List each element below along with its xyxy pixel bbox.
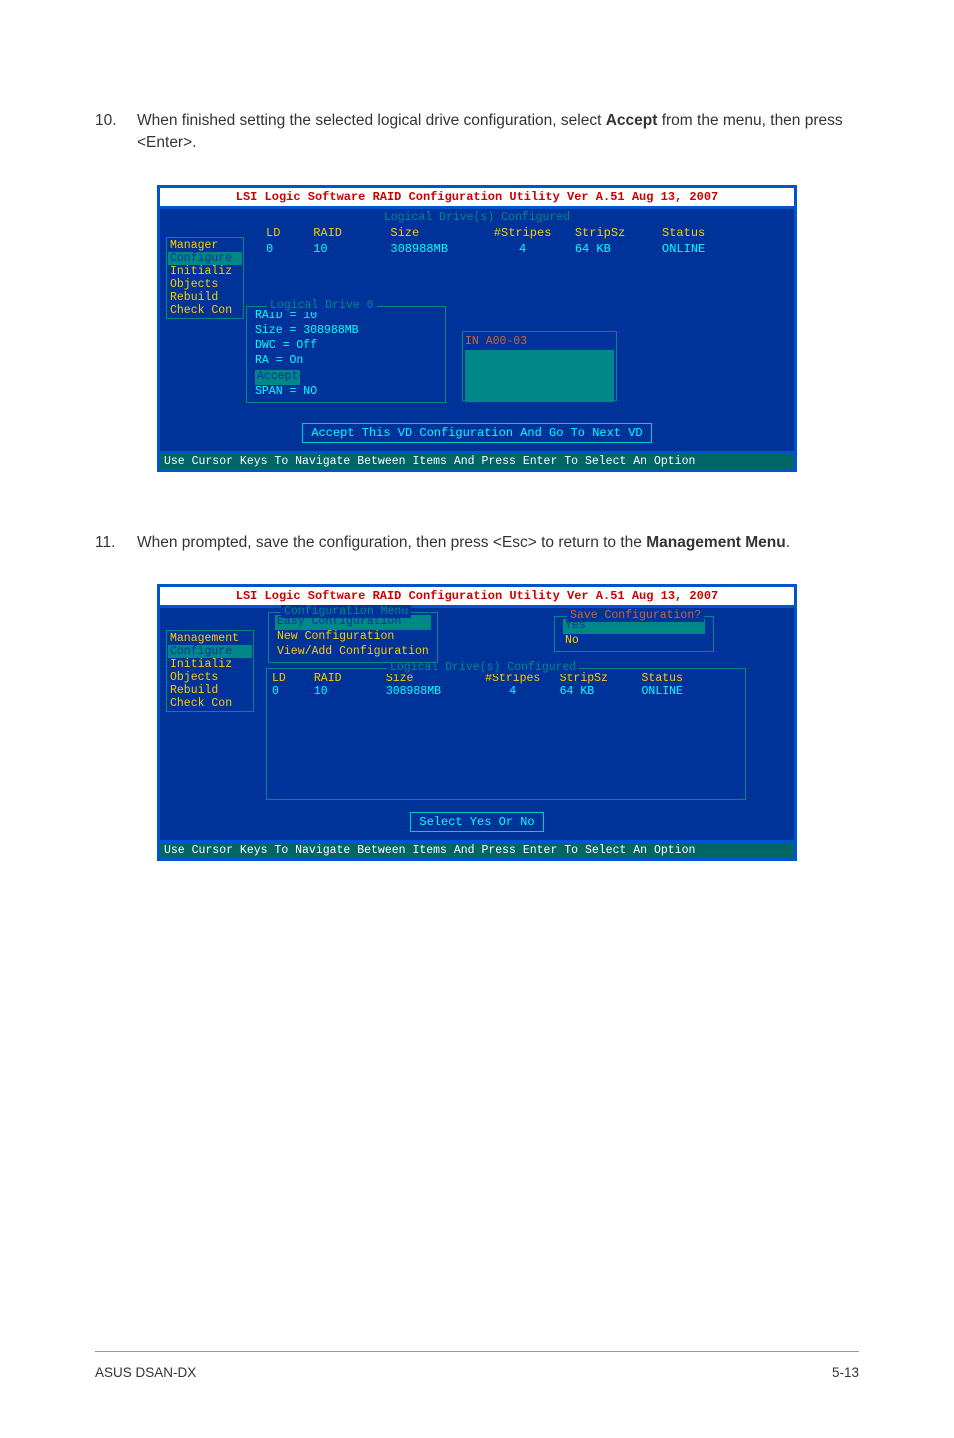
- cfg-menu-new[interactable]: New Configuration: [275, 630, 431, 645]
- step11-bold: Management Menu: [646, 534, 786, 551]
- step-10: 10. When finished setting the selected l…: [95, 110, 859, 155]
- slot-label: IN A00-03: [465, 335, 527, 348]
- logical-drive-config-box: Logical Drive 0 RAID = 10 Size = 308988M…: [246, 306, 446, 403]
- terminal-title: LSI Logic Software RAID Configuration Ut…: [160, 587, 794, 608]
- cell-stripsz: 64 KB: [560, 685, 635, 698]
- cell-size: 308988MB: [386, 685, 466, 698]
- step11-text-a: When prompted, save the configuration, t…: [137, 534, 646, 551]
- header-ld: LD: [272, 672, 307, 685]
- terminal-footer: Use Cursor Keys To Navigate Between Item…: [160, 451, 794, 469]
- sidebar-item-objects[interactable]: Objects: [168, 671, 252, 684]
- cell-status: ONLINE: [642, 685, 707, 698]
- sidebar-item-initialize[interactable]: Initializ: [168, 658, 252, 671]
- management-sidebar[interactable]: Manager Configure Initializ Objects Rebu…: [166, 237, 244, 319]
- sidebar-item-configure[interactable]: Configure: [168, 252, 242, 265]
- table-row: 0 10 308988MB 4 64 KB ONLINE: [272, 685, 740, 698]
- drive-slot-box: IN A00-03: [462, 331, 617, 401]
- footer-rule: [95, 1351, 859, 1352]
- header-raid: RAID: [314, 672, 379, 685]
- cell-stripes: 4: [478, 242, 568, 256]
- sidebar-item-check-con[interactable]: Check Con: [168, 697, 252, 710]
- table-row: 0 10 308988MB 4 64 KB ONLINE: [166, 242, 788, 256]
- configuration-menu[interactable]: Configuration Menu Easy Configuration Ne…: [268, 612, 438, 663]
- save-opt-no[interactable]: No: [563, 634, 705, 649]
- sidebar-item-check-con[interactable]: Check Con: [168, 304, 242, 317]
- header-status: Status: [642, 672, 707, 685]
- config-ra[interactable]: RA = On: [255, 354, 437, 369]
- configuration-menu-label: Configuration Menu: [281, 605, 411, 618]
- cell-size: 308988MB: [390, 242, 470, 256]
- config-size[interactable]: Size = 308988MB: [255, 324, 437, 339]
- cell-status: ONLINE: [662, 242, 732, 256]
- cell-stripes: 4: [473, 685, 553, 698]
- table-headers: LD RAID Size #Stripes StripSz Status: [166, 226, 788, 242]
- slot-fill: [465, 350, 614, 402]
- config-dwc[interactable]: DWC = Off: [255, 339, 437, 354]
- sidebar-item-rebuild[interactable]: Rebuild: [168, 291, 242, 304]
- cell-stripsz: 64 KB: [575, 242, 655, 256]
- logical-drive-label: Logical Drive 0: [267, 299, 377, 312]
- terminal-footer: Use Cursor Keys To Navigate Between Item…: [160, 840, 794, 858]
- save-configuration-label: Save Configuration?: [567, 609, 704, 622]
- config-span[interactable]: SPAN = NO: [255, 385, 437, 400]
- terminal-title: LSI Logic Software RAID Configuration Ut…: [160, 188, 794, 209]
- terminal-screen-1: LSI Logic Software RAID Configuration Ut…: [157, 185, 797, 472]
- drives-configured-label: Logical Drive(s) Configured: [166, 211, 788, 224]
- step11-text-b: .: [786, 534, 790, 551]
- sidebar-item-rebuild[interactable]: Rebuild: [168, 684, 252, 697]
- terminal-screen-2: LSI Logic Software RAID Configuration Ut…: [157, 584, 797, 861]
- cell-raid: 10: [314, 685, 379, 698]
- cell-raid: 10: [313, 242, 383, 256]
- header-ld: LD: [266, 226, 306, 240]
- step-number: 10.: [95, 110, 137, 155]
- step-text: When finished setting the selected logic…: [137, 110, 859, 155]
- sidebar-item-configure[interactable]: Configure: [168, 645, 252, 658]
- config-accept[interactable]: Accept: [255, 370, 300, 385]
- sidebar-item-initialize[interactable]: Initializ: [168, 265, 242, 278]
- sidebar-item-management[interactable]: Management: [168, 632, 252, 645]
- header-raid: RAID: [313, 226, 383, 240]
- sidebar-item-manager[interactable]: Manager: [168, 239, 242, 252]
- header-stripsz: StripSz: [575, 226, 655, 240]
- step-number: 11.: [95, 532, 137, 554]
- header-status: Status: [662, 226, 732, 240]
- accept-vd-button[interactable]: Accept This VD Configuration And Go To N…: [302, 423, 651, 443]
- save-configuration-dialog[interactable]: Save Configuration? Yes No: [554, 616, 714, 652]
- footer-left: ASUS DSAN-DX: [95, 1365, 196, 1380]
- step10-text-a: When finished setting the selected logic…: [137, 112, 606, 129]
- cell-ld: 0: [266, 242, 306, 256]
- drives-configured-label: Logical Drive(s) Configured: [387, 661, 579, 674]
- step-11: 11. When prompted, save the configuratio…: [95, 532, 859, 554]
- step-text: When prompted, save the configuration, t…: [137, 532, 859, 554]
- sidebar-item-objects[interactable]: Objects: [168, 278, 242, 291]
- page-footer: ASUS DSAN-DX 5-13: [95, 1365, 859, 1380]
- footer-right: 5-13: [832, 1365, 859, 1380]
- header-stripes: #Stripes: [478, 226, 568, 240]
- management-sidebar[interactable]: Management Configure Initializ Objects R…: [166, 630, 254, 712]
- cell-ld: 0: [272, 685, 307, 698]
- step10-bold: Accept: [606, 112, 658, 129]
- logical-drives-table: Logical Drive(s) Configured LD RAID Size…: [266, 668, 746, 800]
- select-yes-no-button[interactable]: Select Yes Or No: [410, 812, 543, 832]
- cfg-menu-view-add[interactable]: View/Add Configuration: [275, 645, 431, 660]
- header-size: Size: [390, 226, 470, 240]
